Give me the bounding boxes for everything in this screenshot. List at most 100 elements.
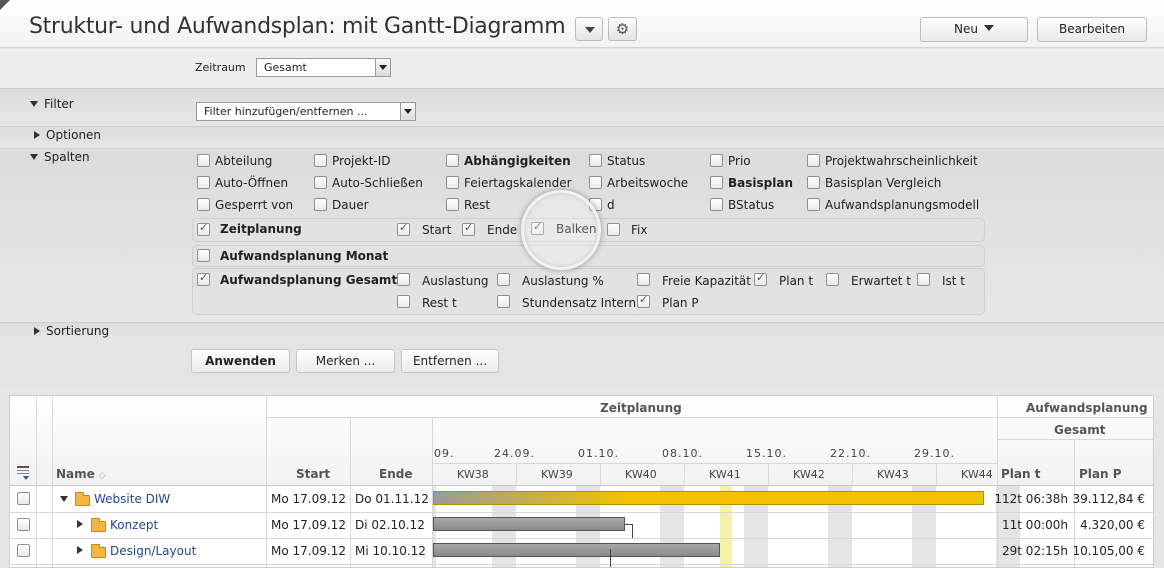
gesamt-option-checkbox[interactable] (826, 273, 839, 286)
gesamt-option-checkbox[interactable] (754, 271, 767, 286)
fix-label: Fix (631, 223, 648, 237)
option-checkbox[interactable] (314, 154, 327, 167)
option-checkbox[interactable] (197, 176, 210, 189)
ende-label: Ende (487, 223, 518, 237)
optionen-toggle[interactable]: Optionen (30, 128, 101, 142)
option-label: Prio (728, 154, 751, 168)
gesamt-option-checkbox[interactable] (397, 295, 410, 308)
settings-button[interactable]: ⚙ (608, 17, 637, 41)
gesamt-option-label: Rest t (422, 296, 457, 310)
filter-label: Filter (44, 97, 74, 111)
timeline-week: KW43 (877, 468, 909, 481)
timeline-week: KW40 (625, 468, 657, 481)
option-label: Feiertagskalender (464, 176, 572, 190)
spalten-toggle[interactable]: Spalten (30, 150, 90, 164)
new-button[interactable]: Neu (920, 17, 1028, 42)
option-checkbox[interactable] (314, 176, 327, 189)
option-label: Auto-Schließen (332, 176, 423, 190)
filter-toggle[interactable]: Filter (30, 97, 74, 111)
monat-checkbox[interactable] (197, 249, 210, 262)
option-checkbox[interactable] (589, 176, 602, 189)
gesamt-option-label: Ist t (942, 274, 966, 288)
timeline-date: 29.10. (914, 447, 955, 460)
timeline-week: KW44 (961, 468, 993, 481)
option-checkbox[interactable] (710, 198, 723, 211)
zeitraum-select[interactable]: Gesamt (256, 58, 391, 77)
chevron-down-icon (585, 27, 595, 33)
gesamt-option-label: Stundensatz Intern (522, 296, 637, 310)
chevron-down-icon (30, 101, 38, 107)
sortierung-toggle[interactable]: Sortierung (30, 324, 109, 338)
option-label: Abteilung (215, 154, 273, 168)
new-button-label: Neu (954, 22, 978, 36)
gesamt-checkbox[interactable] (197, 271, 210, 286)
row-plan-p: 39.112,84 € (1072, 492, 1145, 506)
title-bar: Struktur- und Aufwandsplan: mit Gantt-Di… (0, 0, 1164, 48)
sortierung-label: Sortierung (46, 324, 110, 338)
zeitplanung-label: Zeitplanung (220, 222, 302, 236)
gesamt-option-checkbox[interactable] (637, 273, 650, 286)
gesamt-option-checkbox[interactable] (397, 273, 410, 286)
header-plan-p[interactable]: Plan P (1079, 467, 1122, 481)
option-checkbox[interactable] (807, 176, 820, 189)
option-checkbox[interactable] (446, 198, 459, 211)
timeline-date: 15.10. (746, 447, 787, 460)
option-checkbox[interactable] (710, 176, 723, 189)
gesamt-option-checkbox[interactable] (637, 293, 650, 308)
chevron-right-icon (34, 131, 40, 139)
option-label: Rest (464, 198, 491, 212)
gesamt-option-checkbox[interactable] (497, 273, 510, 286)
row-select-checkbox[interactable] (17, 518, 30, 531)
remove-button[interactable]: Entfernen ... (401, 349, 499, 373)
zoom-lens (521, 190, 601, 270)
option-label: Projekt-ID (332, 154, 391, 168)
header-plan-t[interactable]: Plan t (1001, 467, 1040, 481)
option-label: d (607, 198, 615, 212)
header-ende[interactable]: Ende (379, 467, 412, 481)
row-name-link[interactable]: Website DIW (94, 492, 170, 506)
option-checkbox[interactable] (446, 176, 459, 189)
gantt-bar[interactable] (433, 517, 625, 531)
sortierung-band (0, 322, 1164, 342)
option-checkbox[interactable] (589, 154, 602, 167)
view-dropdown-button[interactable] (575, 17, 603, 41)
gantt-bar[interactable] (433, 543, 720, 557)
row-name-link[interactable]: Konzept (110, 518, 158, 532)
optionen-band (0, 126, 1164, 148)
option-checkbox[interactable] (197, 154, 210, 167)
filter-select[interactable]: Filter hinzufügen/entfernen ... (196, 102, 416, 121)
ende-checkbox[interactable] (462, 221, 475, 236)
option-checkbox[interactable] (807, 198, 820, 211)
fix-checkbox[interactable] (607, 223, 620, 236)
option-label: Gesperrt von (215, 198, 294, 212)
spalten-label: Spalten (44, 150, 90, 164)
row-name-link[interactable]: Design/Layout (110, 544, 196, 558)
expand-icon[interactable] (77, 520, 83, 528)
option-label: Basisplan Vergleich (825, 176, 942, 190)
edit-button[interactable]: Bearbeiten (1037, 17, 1147, 42)
gantt-bar[interactable] (433, 491, 984, 505)
header-start[interactable]: Start (296, 467, 330, 481)
expand-icon[interactable] (77, 546, 83, 554)
option-checkbox[interactable] (197, 198, 210, 211)
gesamt-option-checkbox[interactable] (917, 273, 930, 286)
header-zeitplanung: Zeitplanung (600, 401, 682, 415)
chevron-down-icon (400, 103, 415, 120)
option-checkbox[interactable] (807, 154, 820, 167)
header-name[interactable]: Name ◇ (56, 467, 106, 481)
start-checkbox[interactable] (397, 221, 410, 236)
apply-button[interactable]: Anwenden (191, 349, 290, 373)
row-select-checkbox[interactable] (17, 492, 30, 505)
remember-button[interactable]: Merken ... (296, 349, 395, 373)
timeline-week: KW39 (541, 468, 573, 481)
option-checkbox[interactable] (446, 154, 459, 167)
column-picker-icon[interactable] (17, 466, 29, 480)
row-select-checkbox[interactable] (17, 544, 30, 557)
option-checkbox[interactable] (710, 154, 723, 167)
row-start: Mo 17.09.12 (271, 492, 346, 506)
gesamt-option-checkbox[interactable] (497, 295, 510, 308)
option-label: Projektwahrscheinlichkeit (825, 154, 978, 168)
option-checkbox[interactable] (314, 198, 327, 211)
collapse-icon[interactable] (60, 496, 68, 502)
zeitplanung-checkbox[interactable] (197, 221, 210, 236)
